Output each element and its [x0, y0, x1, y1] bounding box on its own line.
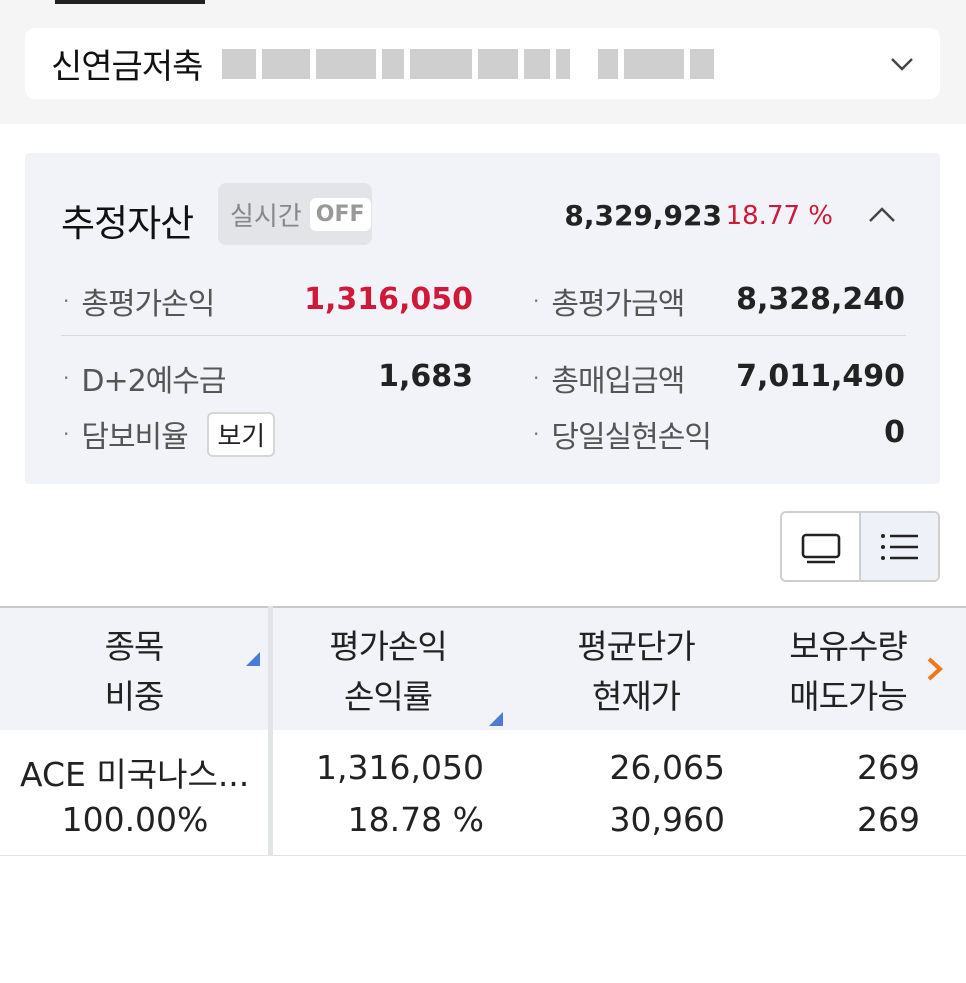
list-view-icon: [880, 533, 918, 560]
stock-quantity: 269: [857, 748, 920, 787]
summary-label: 당일실현손익: [551, 420, 712, 455]
total-eval-value: 8,328,240: [736, 282, 905, 317]
list-view-button[interactable]: [859, 513, 938, 580]
summary-item-deposit: · D+2예수금: [63, 356, 226, 400]
holdings-table-header: 종목 비중 평가손익 손익률 평균단가 현재가 보유수량 매도가능: [0, 606, 966, 730]
sort-indicator-icon: [489, 712, 503, 726]
tab-indicator: [55, 0, 205, 4]
summary-label: 총평가손익: [81, 287, 215, 322]
estimated-total-rate: 18.77 %: [725, 201, 833, 231]
realized-pnl-value: 0: [884, 415, 905, 450]
total-pnl-value: 1,316,050: [304, 282, 473, 317]
summary-title: 추정자산: [61, 202, 194, 245]
frozen-column-divider: [268, 606, 273, 856]
summary-label: 총평가금액: [551, 287, 685, 322]
column-header-pnl[interactable]: 평가손익 손익률: [308, 622, 468, 722]
summary-label: 총매입금액: [551, 364, 685, 399]
row-divider: [0, 855, 966, 856]
bullet-icon: ·: [63, 289, 70, 313]
realtime-state: OFF: [309, 197, 371, 231]
deposit-value: 1,683: [378, 359, 473, 394]
column-header-quantity[interactable]: 보유수량 매도가능: [768, 622, 928, 722]
bullet-icon: ·: [533, 289, 540, 313]
summary-label: D+2예수금: [81, 364, 226, 399]
masked-account-number: [222, 48, 715, 79]
summary-item-total-pnl: · 총평가손익: [63, 279, 215, 323]
chevron-down-icon[interactable]: [888, 50, 916, 78]
chevron-up-icon[interactable]: [866, 201, 898, 229]
account-type-label: 신연금저축: [51, 47, 203, 87]
bullet-icon: ·: [63, 366, 70, 390]
collateral-view-button[interactable]: 보기: [207, 412, 276, 457]
card-view-button[interactable]: [782, 513, 859, 580]
summary-label: 담보비율: [81, 420, 188, 455]
column-header-price[interactable]: 평균단가 현재가: [556, 622, 716, 722]
header-line: 현재가: [591, 677, 681, 716]
header-line: 평균단가: [577, 627, 695, 666]
sort-indicator-icon: [246, 652, 260, 666]
total-purchase-value: 7,011,490: [736, 359, 905, 394]
header-line: 매도가능: [789, 677, 907, 716]
header-line: 보유수량: [789, 627, 907, 666]
header-line: 평가손익: [329, 627, 447, 666]
stock-avg-price: 26,065: [609, 748, 725, 787]
bullet-icon: ·: [533, 366, 540, 390]
realtime-label: 실시간: [230, 201, 302, 232]
stock-pnl-rate: 18.78 %: [347, 800, 484, 839]
summary-item-collateral: · 담보비율 보기: [63, 412, 276, 459]
card-view-icon: [801, 533, 840, 563]
stock-current-price: 30,960: [609, 800, 725, 839]
header-line: 종목: [104, 627, 165, 666]
column-header-stock[interactable]: 종목 비중: [70, 622, 198, 722]
stock-sellable: 269: [857, 800, 920, 839]
summary-item-total-eval: · 총평가금액: [533, 279, 685, 323]
stock-pnl: 1,316,050: [316, 748, 484, 787]
stock-weight: 100.00%: [61, 800, 209, 839]
bullet-icon: ·: [63, 422, 70, 446]
chevron-right-icon[interactable]: [924, 654, 946, 684]
summary-item-total-purchase: · 총매입금액: [533, 356, 685, 400]
estimated-total-value: 8,329,923: [564, 199, 722, 232]
header-line: 비중: [104, 677, 165, 716]
view-toggle: [780, 511, 940, 582]
stock-name: ACE 미국나스...: [20, 755, 250, 794]
bullet-icon: ·: [533, 422, 540, 446]
realtime-toggle[interactable]: 실시간 OFF: [218, 183, 372, 245]
summary-item-realized-pnl: · 당일실현손익: [533, 412, 712, 456]
asset-summary-panel: 추정자산 실시간 OFF 8,329,923 18.77 % · 총평가손익 1,…: [25, 153, 940, 484]
header-line: 손익률: [343, 677, 433, 716]
account-header: 신연금저축: [0, 0, 966, 124]
account-selector[interactable]: 신연금저축: [25, 28, 940, 99]
summary-divider: [61, 335, 906, 336]
